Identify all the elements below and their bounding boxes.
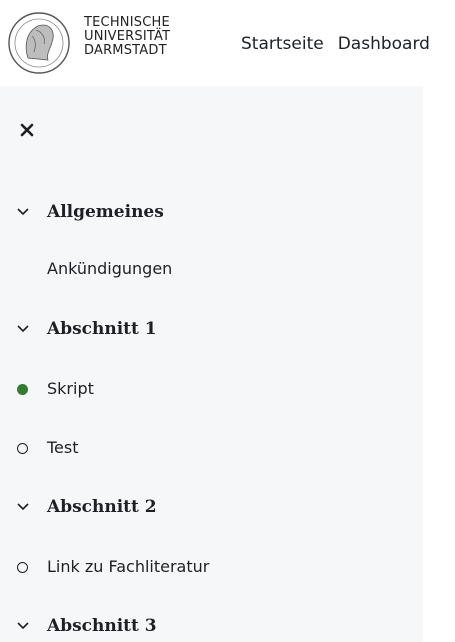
section-title[interactable]: Abschnitt 3 — [47, 616, 157, 636]
chevron-down-icon[interactable] — [16, 205, 30, 219]
logo-line-1: TECHNISCHE — [84, 15, 170, 30]
section-abschnitt-2[interactable]: Abschnitt 2 — [0, 487, 423, 527]
logo-line-3: DARMSTADT — [84, 43, 167, 58]
completion-done-icon — [17, 384, 28, 395]
nav-startseite[interactable]: Startseite — [241, 34, 324, 54]
activity-label[interactable]: Skript — [47, 379, 94, 398]
chevron-down-icon[interactable] — [16, 322, 30, 336]
logo-wordmark: TECHNISCHE UNIVERSITÄT DARMSTADT — [84, 16, 170, 58]
activity-ankuendigungen[interactable]: Ankündigungen — [0, 249, 423, 289]
section-allgemeines[interactable]: Allgemeines — [0, 192, 423, 232]
section-title[interactable]: Allgemeines — [47, 202, 164, 222]
activity-label[interactable]: Test — [47, 438, 79, 457]
activity-test[interactable]: Test — [0, 428, 423, 468]
university-logo[interactable]: TECHNISCHE UNIVERSITÄT DARMSTADT — [6, 10, 196, 76]
seal-icon — [8, 12, 70, 74]
section-abschnitt-1[interactable]: Abschnitt 1 — [0, 309, 423, 349]
section-title[interactable]: Abschnitt 2 — [47, 497, 157, 517]
close-icon[interactable] — [16, 119, 38, 141]
completion-todo-icon — [17, 562, 28, 573]
page: TECHNISCHE UNIVERSITÄT DARMSTADT Startse… — [0, 0, 455, 642]
activity-link-fachliteratur[interactable]: Link zu Fachliteratur — [0, 547, 423, 587]
chevron-down-icon[interactable] — [16, 619, 30, 633]
primary-nav: Startseite Dashboard — [241, 34, 430, 54]
nav-dashboard[interactable]: Dashboard — [338, 34, 430, 54]
section-title[interactable]: Abschnitt 1 — [47, 319, 157, 339]
section-abschnitt-3[interactable]: Abschnitt 3 — [0, 606, 423, 642]
activity-label[interactable]: Link zu Fachliteratur — [47, 557, 209, 576]
logo-line-2: UNIVERSITÄT — [84, 29, 171, 44]
course-index-drawer: Allgemeines Ankündigungen Abschnitt 1 Sk… — [0, 86, 423, 642]
chevron-down-icon[interactable] — [16, 500, 30, 514]
completion-todo-icon — [17, 443, 28, 454]
top-navbar: TECHNISCHE UNIVERSITÄT DARMSTADT Startse… — [0, 0, 455, 86]
activity-skript[interactable]: Skript — [0, 369, 423, 409]
activity-label[interactable]: Ankündigungen — [47, 259, 172, 278]
